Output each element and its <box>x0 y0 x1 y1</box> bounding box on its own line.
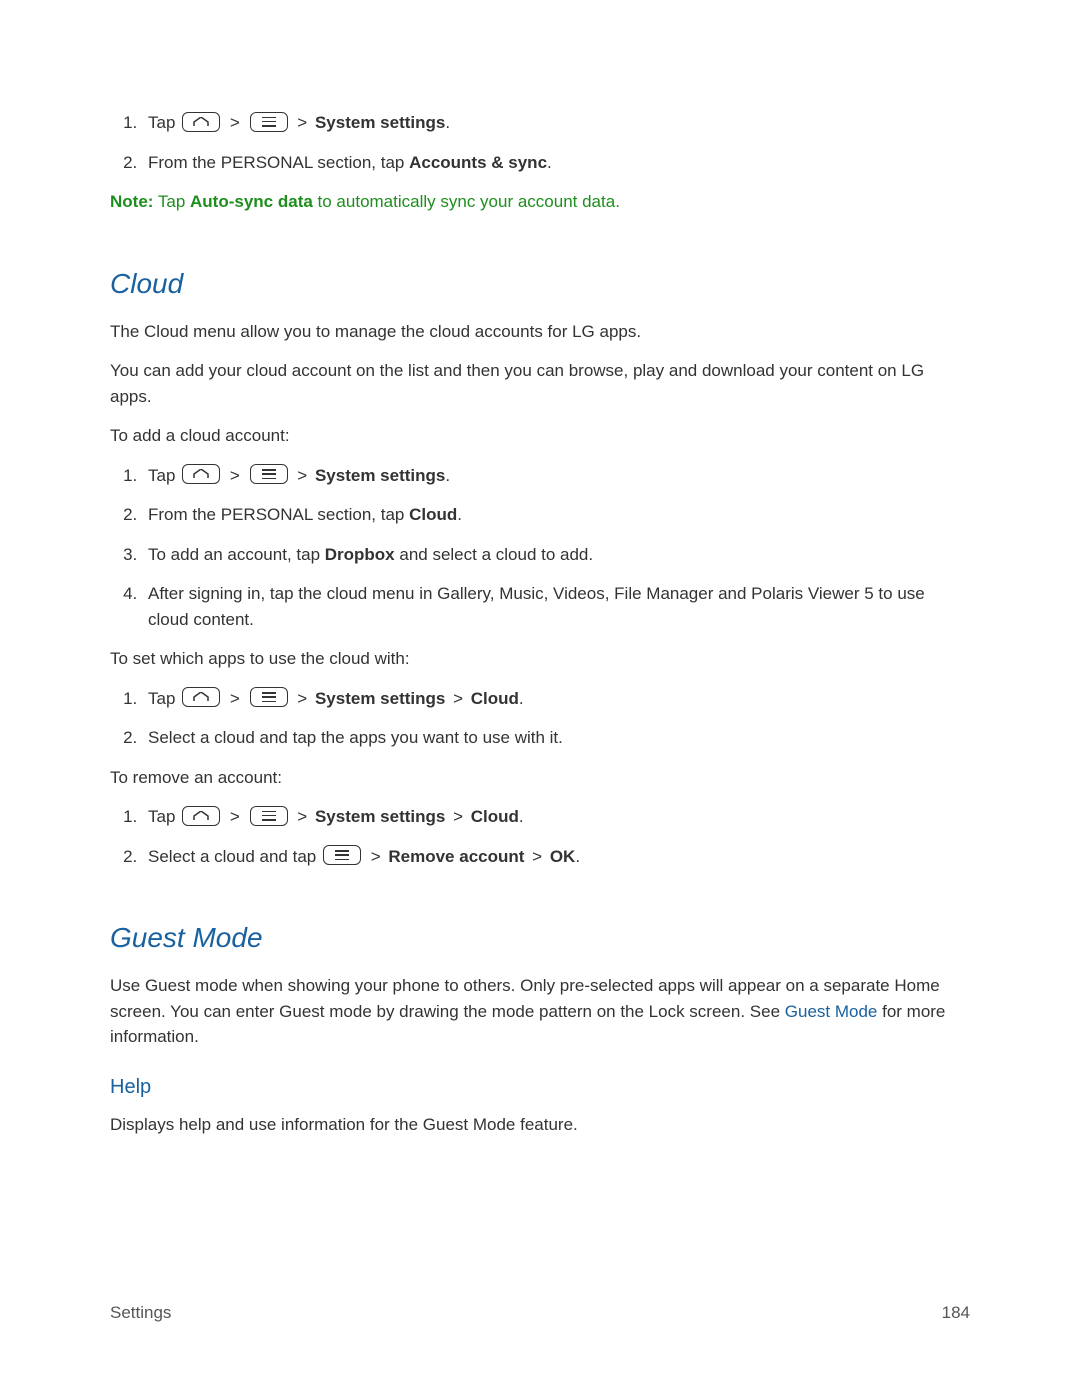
cloud-heading: Cloud <box>110 263 970 305</box>
home-icon <box>182 464 220 484</box>
menu-icon <box>250 687 288 707</box>
step-text: Tap <box>148 689 175 708</box>
punct: . <box>445 466 450 485</box>
list-item: From the PERSONAL section, tap Accounts … <box>142 150 970 176</box>
punct: . <box>457 505 462 524</box>
menu-icon <box>250 806 288 826</box>
step-text: Tap <box>148 466 175 485</box>
separator: > <box>294 689 310 708</box>
destination: System settings <box>315 466 445 485</box>
steps-initial: Tap > > System settings. From the PERSON… <box>110 110 970 175</box>
step-text: Select a cloud and tap the apps you want… <box>148 728 563 747</box>
destination: Cloud <box>409 505 457 524</box>
destination: System settings <box>315 807 445 826</box>
cloud-steps-add: Tap > > System settings. From the PERSON… <box>110 463 970 633</box>
note-emph: Auto-sync data <box>190 192 313 211</box>
step-text: From the PERSONAL section, tap <box>148 153 409 172</box>
punct: . <box>575 847 580 866</box>
body-text: The Cloud menu allow you to manage the c… <box>110 319 970 345</box>
separator: > <box>227 466 243 485</box>
note-text: Tap <box>153 192 190 211</box>
destination: Remove account <box>388 847 524 866</box>
menu-icon <box>250 112 288 132</box>
step-text: After signing in, tap the cloud menu in … <box>148 584 925 629</box>
destination: OK <box>550 847 576 866</box>
destination: Cloud <box>471 807 519 826</box>
step-text: and select a cloud to add. <box>395 545 593 564</box>
punct: . <box>519 807 524 826</box>
destination: System settings <box>315 113 445 132</box>
body-text: To set which apps to use the cloud with: <box>110 646 970 672</box>
separator: > <box>227 113 243 132</box>
help-heading: Help <box>110 1072 970 1102</box>
page-footer: Settings 184 <box>110 1300 970 1326</box>
separator: > <box>529 847 545 866</box>
body-text: To remove an account: <box>110 765 970 791</box>
punct: . <box>547 153 552 172</box>
separator: > <box>368 847 384 866</box>
list-item: To add an account, tap Dropbox and selec… <box>142 542 970 568</box>
guest-mode-heading: Guest Mode <box>110 917 970 959</box>
list-item: Tap > > System settings > Cloud. <box>142 686 970 712</box>
list-item: Select a cloud and tap the apps you want… <box>142 725 970 751</box>
punct: . <box>519 689 524 708</box>
guest-mode-link[interactable]: Guest Mode <box>785 1002 878 1021</box>
list-item: Tap > > System settings > Cloud. <box>142 804 970 830</box>
cloud-steps-set: Tap > > System settings > Cloud. Select … <box>110 686 970 751</box>
home-icon <box>182 112 220 132</box>
body-text: Use Guest mode when showing your phone t… <box>110 973 970 1050</box>
separator: > <box>450 689 466 708</box>
note-line: Note: Tap Auto-sync data to automaticall… <box>110 189 970 215</box>
separator: > <box>294 466 310 485</box>
destination: Dropbox <box>325 545 395 564</box>
punct: . <box>445 113 450 132</box>
page-number: 184 <box>942 1300 970 1326</box>
home-icon <box>182 806 220 826</box>
list-item: After signing in, tap the cloud menu in … <box>142 581 970 632</box>
separator: > <box>294 113 310 132</box>
body-text: Displays help and use information for th… <box>110 1112 970 1138</box>
cloud-steps-remove: Tap > > System settings > Cloud. Select … <box>110 804 970 869</box>
step-text: Tap <box>148 807 175 826</box>
step-text: Tap <box>148 113 175 132</box>
step-text: Select a cloud and tap <box>148 847 316 866</box>
separator: > <box>227 807 243 826</box>
separator: > <box>227 689 243 708</box>
body-text: You can add your cloud account on the li… <box>110 358 970 409</box>
destination: System settings <box>315 689 445 708</box>
list-item: Select a cloud and tap > Remove account … <box>142 844 970 870</box>
body-text: To add a cloud account: <box>110 423 970 449</box>
note-label: Note: <box>110 192 153 211</box>
footer-section: Settings <box>110 1300 171 1326</box>
separator: > <box>294 807 310 826</box>
destination: Cloud <box>471 689 519 708</box>
separator: > <box>450 807 466 826</box>
list-item: Tap > > System settings. <box>142 110 970 136</box>
list-item: Tap > > System settings. <box>142 463 970 489</box>
home-icon <box>182 687 220 707</box>
menu-icon <box>323 845 361 865</box>
step-text: From the PERSONAL section, tap <box>148 505 409 524</box>
destination: Accounts & sync <box>409 153 547 172</box>
menu-icon <box>250 464 288 484</box>
note-text: to automatically sync your account data. <box>313 192 620 211</box>
list-item: From the PERSONAL section, tap Cloud. <box>142 502 970 528</box>
step-text: To add an account, tap <box>148 545 325 564</box>
